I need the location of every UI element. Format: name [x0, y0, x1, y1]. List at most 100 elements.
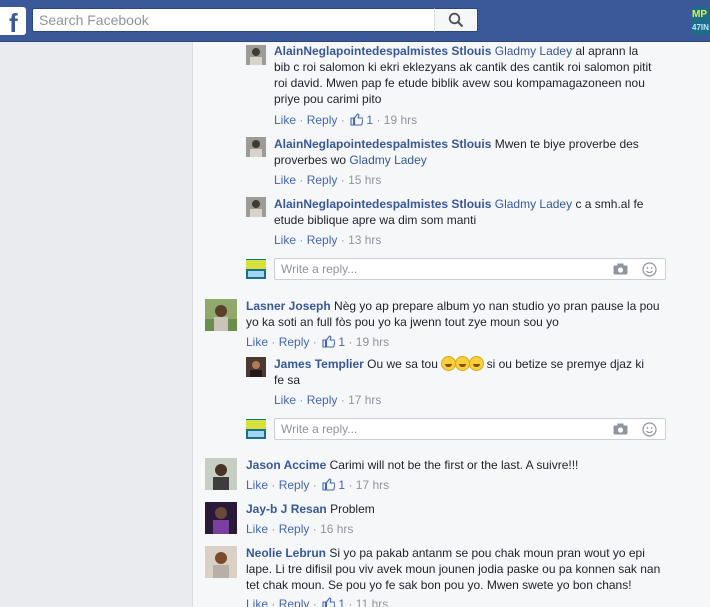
search-input[interactable]	[32, 8, 434, 32]
commenter-avatar[interactable]	[246, 357, 266, 377]
comment-author[interactable]: Jay-b J Resan	[246, 502, 327, 516]
timestamp[interactable]: 11 hrs	[356, 597, 388, 607]
like-button[interactable]: Like	[246, 335, 268, 349]
emoji-button[interactable]	[640, 261, 658, 277]
comment-body: Jason Accime Carimi will not be the firs…	[246, 457, 686, 473]
comment-actions: Like · Reply · 1 · 19 hrs	[246, 334, 389, 350]
reply-button[interactable]: Reply	[279, 478, 310, 492]
separator: ·	[340, 113, 345, 127]
emoji-button[interactable]	[640, 421, 658, 437]
like-count[interactable]: 1	[366, 113, 373, 127]
search-icon	[448, 12, 464, 28]
timestamp[interactable]: 19 hrs	[384, 113, 417, 127]
separator: ·	[271, 478, 276, 492]
commenter-avatar[interactable]	[246, 45, 266, 65]
comment-actions: Like · Reply · 1 · 19 hrs	[274, 112, 417, 128]
comment-author[interactable]: Lasner Joseph	[246, 299, 331, 313]
like-button[interactable]: Like	[274, 233, 296, 247]
page-logo-icon	[246, 419, 266, 439]
comment: Lasner Joseph Nèg yo ap prepare album yo…	[205, 297, 710, 352]
comment-author[interactable]: James Templier	[274, 357, 364, 371]
comment-actions: Like · Reply · 13 hrs	[274, 232, 381, 248]
comment-body: Jay-b J Resan Problem	[246, 501, 686, 517]
timestamp[interactable]: 16 hrs	[320, 522, 353, 536]
emoji	[441, 356, 457, 371]
thumbs-up-icon	[322, 597, 336, 607]
separator: ·	[348, 478, 353, 492]
commenter-avatar[interactable]	[205, 546, 237, 578]
like-button[interactable]: Like	[274, 393, 296, 407]
comment-body: Neolie Lebrun Si yo pa pakab antanm se p…	[246, 545, 696, 593]
tagged-user[interactable]: Gladmy Ladey	[495, 44, 572, 58]
timestamp[interactable]: 17 hrs	[348, 393, 381, 407]
like-count[interactable]: 1	[338, 335, 345, 349]
timestamp[interactable]: 17 hrs	[356, 478, 389, 492]
comment-author[interactable]: Jason Accime	[246, 458, 326, 472]
commenter-avatar[interactable]	[205, 502, 237, 534]
comment: Neolie Lebrun Si yo pa pakab antanm se p…	[205, 544, 710, 607]
person-photo-icon	[205, 299, 237, 331]
separator: ·	[312, 597, 317, 607]
comment-author[interactable]: AlainNeglapointedespalmistes Stlouis	[274, 197, 491, 211]
like-button[interactable]: Like	[274, 113, 296, 127]
comment-body: AlainNeglapointedespalmistes Stlouis Mwe…	[274, 136, 654, 168]
reply-button[interactable]: Reply	[307, 173, 338, 187]
comment-text: c a smh.al fe	[575, 197, 644, 211]
reply-input[interactable]	[274, 418, 666, 440]
reply-button[interactable]: Reply	[279, 335, 310, 349]
comment-text: bib c roi salomon ki ekri eklezyans ak c…	[274, 60, 652, 74]
comment-text: lape. Li tre difisil pou viv avek moun j…	[246, 562, 661, 576]
separator: ·	[271, 522, 276, 536]
comment-body: AlainNeglapointedespalmistes Stlouis Gla…	[274, 196, 654, 228]
facebook-logo-letter: f	[9, 8, 18, 38]
page-logo-icon	[246, 259, 266, 279]
my-avatar	[246, 259, 266, 279]
smiley-icon	[641, 261, 657, 277]
timestamp[interactable]: 15 hrs	[348, 173, 381, 187]
commenter-avatar[interactable]	[246, 197, 266, 217]
separator: ·	[340, 233, 345, 247]
tagged-user[interactable]: Gladmy Ladey	[349, 153, 426, 167]
reply-button[interactable]: Reply	[307, 113, 338, 127]
top-navigation-bar: f MP 47IN	[0, 0, 710, 42]
person-photo-icon	[246, 45, 266, 65]
commenter-avatar[interactable]	[205, 299, 237, 331]
commenter-avatar[interactable]	[205, 458, 237, 490]
comment-author[interactable]: AlainNeglapointedespalmistes Stlouis	[274, 137, 491, 151]
comment-text: roi david. Mwen pap fe etude biblik avew…	[274, 76, 645, 90]
comment-text: tet chak moun. Se pou yo fe sak bon pou …	[246, 578, 632, 592]
like-count[interactable]: 1	[338, 478, 345, 492]
person-photo-icon	[205, 458, 237, 490]
profile-avatar[interactable]: MP 47IN	[691, 7, 710, 35]
separator: ·	[299, 113, 304, 127]
tagged-user[interactable]: Gladmy Ladey	[495, 197, 572, 211]
separator: ·	[340, 173, 345, 187]
my-avatar	[246, 419, 266, 439]
reply-button[interactable]: Reply	[279, 597, 310, 607]
person-photo-icon	[205, 502, 237, 534]
like-button[interactable]: Like	[246, 478, 268, 492]
comment-author[interactable]: Neolie Lebrun	[246, 546, 326, 560]
reply-comment: James Templier Ou we sa tou si ou betize…	[246, 355, 710, 410]
like-count[interactable]: 1	[338, 597, 345, 607]
separator: ·	[299, 393, 304, 407]
like-button[interactable]: Like	[246, 522, 268, 536]
search-button[interactable]	[434, 8, 478, 32]
photo-button[interactable]	[611, 421, 629, 437]
reply-input[interactable]	[274, 258, 666, 280]
reply-button[interactable]: Reply	[307, 233, 338, 247]
reply-button[interactable]: Reply	[279, 522, 310, 536]
emoji	[469, 356, 485, 371]
like-button[interactable]: Like	[246, 597, 268, 607]
reply-button[interactable]: Reply	[307, 393, 338, 407]
comment-text: Ou we sa tou	[367, 357, 438, 371]
camera-icon	[613, 263, 627, 275]
commenter-avatar[interactable]	[246, 137, 266, 157]
comment-author[interactable]: AlainNeglapointedespalmistes Stlouis	[274, 44, 491, 58]
timestamp[interactable]: 19 hrs	[356, 335, 389, 349]
like-button[interactable]: Like	[274, 173, 296, 187]
comment-text: si ou betize se premye djaz ki	[486, 357, 644, 371]
timestamp[interactable]: 13 hrs	[348, 233, 381, 247]
facebook-logo[interactable]: f	[0, 7, 26, 38]
photo-button[interactable]	[611, 261, 629, 277]
